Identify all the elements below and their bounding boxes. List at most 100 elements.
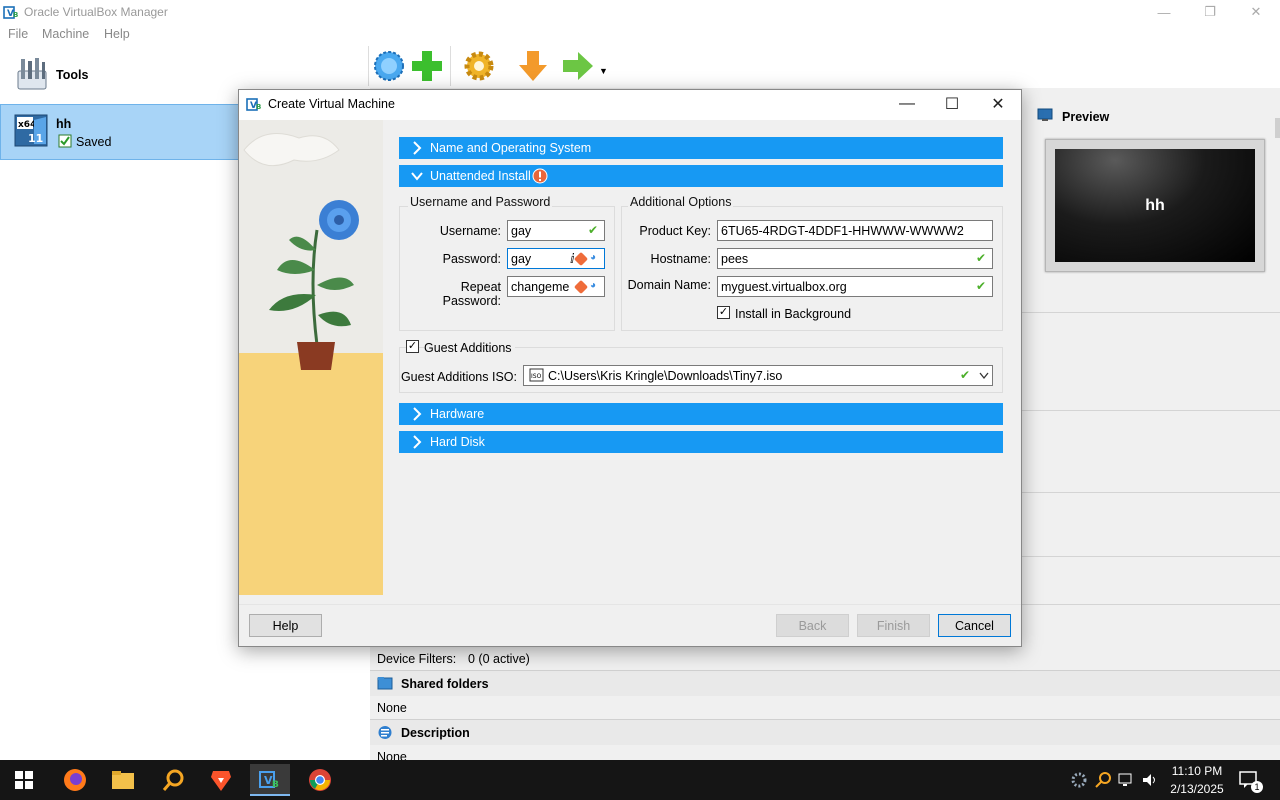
start-dropdown-icon[interactable]: ▼ — [599, 66, 608, 76]
menu-machine[interactable]: Machine — [42, 27, 89, 41]
taskbar-chrome[interactable] — [300, 764, 340, 796]
domain-name-field[interactable]: myguest.virtualbox.org ✔ — [717, 276, 993, 297]
section-unattended-install[interactable]: Unattended Install — [399, 165, 1003, 187]
start-icon[interactable] — [560, 48, 596, 84]
domain-name-label: Domain Name: — [627, 278, 711, 292]
taskbar-firefox[interactable] — [55, 764, 95, 796]
repeat-password-label: Repeat Password: — [442, 280, 501, 308]
product-key-value: 6TU65-4RDGT-4DDF1-HHWWW-WWWW2 — [721, 224, 964, 238]
dialog-close-button[interactable]: ✕ — [975, 90, 1021, 118]
main-titlebar — [0, 0, 1280, 24]
password-label: Password: — [442, 252, 501, 266]
new-icon[interactable] — [371, 48, 407, 84]
maximize-icon: ☐ — [944, 96, 960, 113]
add-icon[interactable] — [409, 48, 445, 84]
details-scrollbar[interactable] — [1275, 118, 1280, 138]
restore-button[interactable]: ❐ — [1187, 0, 1233, 24]
windows-start-icon — [15, 771, 33, 789]
device-filters-label: Device Filters: — [377, 652, 457, 666]
description-icon — [378, 726, 392, 739]
back-button[interactable]: Back — [776, 614, 849, 637]
toolbar-separator — [368, 46, 369, 86]
username-value: gay — [511, 224, 532, 238]
minimize-icon: — — [1157, 4, 1171, 20]
show-password-icon[interactable]: ◕ — [590, 280, 596, 291]
repeat-password-field[interactable]: changeme ◕ — [507, 276, 605, 297]
vm-name: hh — [56, 117, 72, 131]
guest-additions-label: Guest Additions — [424, 341, 515, 355]
taskbar-file-explorer[interactable] — [103, 764, 143, 796]
hostname-label: Hostname: — [650, 252, 711, 266]
settings-icon[interactable] — [461, 48, 497, 84]
iso-disc-icon: ISO — [529, 368, 544, 382]
volume-icon[interactable] — [1141, 772, 1159, 788]
chevron-right-icon — [413, 407, 422, 421]
taskbar-search-app[interactable] — [153, 764, 193, 796]
password-field[interactable]: gay ⅈ ◕ — [507, 248, 605, 269]
chevron-down-icon — [979, 372, 989, 380]
chevron-right-icon — [413, 435, 422, 449]
menu-help[interactable]: Help — [104, 27, 130, 41]
minimize-icon: — — [899, 95, 915, 112]
device-filters-value: 0 (0 active) — [468, 652, 530, 666]
shared-folders-value: None — [377, 701, 407, 715]
guest-additions-checkbox[interactable]: ✓ — [406, 340, 419, 353]
dialog-maximize-button[interactable]: ☐ — [929, 90, 975, 118]
menu-file[interactable]: File — [8, 27, 28, 41]
show-password-icon[interactable]: ◕ — [590, 252, 596, 263]
firefox-icon — [64, 769, 86, 791]
tray-search-icon[interactable] — [1094, 771, 1112, 789]
network-icon[interactable] — [1117, 772, 1135, 788]
file-explorer-icon — [112, 771, 134, 789]
preview-screen: hh — [1055, 149, 1255, 262]
svg-text:ISO: ISO — [531, 373, 542, 380]
shared-folders-title[interactable]: Shared folders — [401, 677, 489, 691]
close-button[interactable]: ✕ — [1233, 0, 1279, 24]
clock-date[interactable]: 2/13/2025 — [1162, 782, 1232, 796]
domain-name-value: myguest.virtualbox.org — [721, 280, 847, 294]
section-name-and-os[interactable]: Name and Operating System — [399, 137, 1003, 159]
tray-settings-icon[interactable] — [1070, 771, 1088, 789]
notification-count-badge: 1 — [1251, 781, 1263, 793]
section-hardware[interactable]: Hardware — [399, 403, 1003, 425]
svg-text:x64: x64 — [18, 120, 36, 130]
dialog-minimize-button[interactable]: — — [884, 90, 930, 118]
divider — [1022, 604, 1280, 605]
taskbar-virtualbox[interactable]: V B — [250, 764, 290, 796]
guest-additions-iso-select[interactable]: ISO C:\Users\Kris Kringle\Downloads\Tiny… — [523, 365, 993, 386]
chevron-right-icon — [413, 141, 422, 155]
finish-button[interactable]: Finish — [857, 614, 930, 637]
hostname-field[interactable]: pees ✔ — [717, 248, 993, 269]
username-label: Username: — [439, 224, 501, 238]
password-value: gay — [511, 252, 532, 266]
product-key-field[interactable]: 6TU65-4RDGT-4DDF1-HHWWW-WWWW2 — [717, 220, 993, 241]
brave-icon — [211, 771, 231, 791]
discard-icon[interactable] — [515, 48, 551, 84]
cancel-button[interactable]: Cancel — [938, 614, 1011, 637]
username-field[interactable]: gay ✔ — [507, 220, 605, 241]
help-button[interactable]: Help — [249, 614, 322, 637]
vm-state: Saved — [76, 135, 112, 149]
minimize-button[interactable]: — — [1141, 0, 1187, 24]
clock-time[interactable]: 11:10 PM — [1162, 764, 1232, 778]
virtualbox-logo-icon: V B — [246, 98, 261, 111]
valid-check-icon: ✔ — [976, 251, 987, 265]
chrome-icon — [309, 769, 331, 791]
description-header — [370, 719, 1280, 745]
start-button[interactable] — [4, 764, 44, 796]
section-hard-disk[interactable]: Hard Disk — [399, 431, 1003, 453]
tools-icon — [17, 58, 47, 90]
description-title[interactable]: Description — [401, 726, 470, 740]
install-in-background-label: Install in Background — [735, 307, 852, 321]
divider — [1022, 410, 1280, 411]
chevron-down-icon — [411, 172, 423, 181]
taskbar-brave[interactable] — [201, 764, 241, 796]
svg-text:B: B — [13, 11, 18, 19]
search-app-icon — [162, 769, 184, 791]
install-in-background-checkbox[interactable]: ✓ — [717, 306, 730, 319]
dialog-title: Create Virtual Machine — [268, 97, 395, 111]
svg-text:11: 11 — [28, 132, 43, 145]
windows-vm-icon: x64 11 — [14, 114, 48, 147]
section-hardware-label: Hardware — [430, 407, 485, 421]
svg-text:B: B — [256, 103, 261, 111]
